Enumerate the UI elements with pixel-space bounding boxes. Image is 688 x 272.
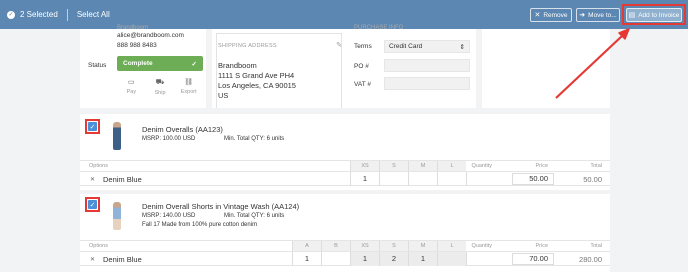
arrow-line [555, 35, 623, 99]
annotation-arrow [555, 28, 630, 99]
